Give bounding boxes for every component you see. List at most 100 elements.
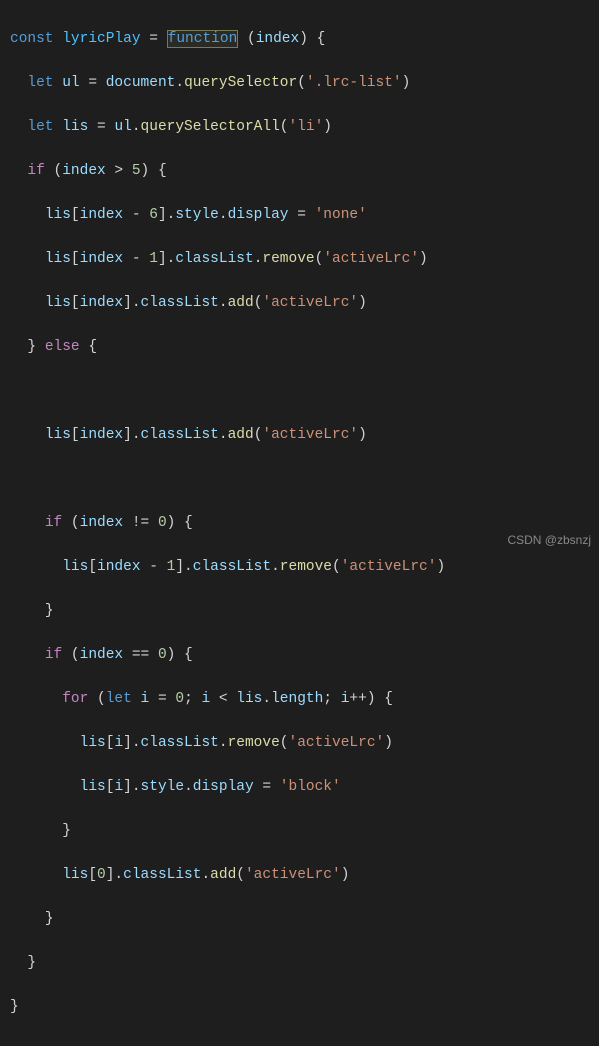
bracket: [ [71, 427, 80, 443]
var: index [80, 647, 124, 663]
dot: . [219, 735, 228, 751]
code-line: } else { [10, 336, 589, 358]
paren: ) [358, 427, 367, 443]
code-line: lis[i].classList.remove('activeLrc') [10, 732, 589, 754]
var: lis [45, 295, 71, 311]
number: 0 [158, 515, 167, 531]
code-line: lis[index].classList.add('activeLrc') [10, 292, 589, 314]
var: index [80, 251, 124, 267]
operator: = [141, 31, 167, 47]
function-call: querySelector [184, 75, 297, 91]
operator: - [123, 251, 149, 267]
var: index [97, 559, 141, 575]
paren: ( [315, 251, 324, 267]
keyword-let: let [106, 691, 132, 707]
var: lis [45, 427, 71, 443]
dot: . [201, 867, 210, 883]
var: lis [62, 867, 88, 883]
number: 5 [132, 163, 141, 179]
code-line: if (index > 5) { [10, 160, 589, 182]
paren: ( [62, 647, 79, 663]
bracket: ]. [175, 559, 192, 575]
paren: ( [297, 75, 306, 91]
string: 'none' [315, 207, 367, 223]
bracket: ]. [106, 867, 123, 883]
paren: ( [88, 691, 105, 707]
operator: = [254, 779, 280, 795]
paren: ) [323, 119, 332, 135]
string: 'activeLrc' [245, 867, 341, 883]
dot: . [184, 779, 193, 795]
bracket: ]. [123, 735, 140, 751]
string: 'activeLrc' [262, 295, 358, 311]
code-line: } [10, 820, 589, 842]
var: lis [80, 779, 106, 795]
dot: . [219, 207, 228, 223]
code-line: } [10, 996, 589, 1018]
var: ul [62, 75, 79, 91]
dot: . [219, 295, 228, 311]
function-call: remove [228, 735, 280, 751]
bracket: [ [71, 207, 80, 223]
operator: == [123, 647, 158, 663]
var: index [80, 427, 124, 443]
bracket: ]. [123, 427, 140, 443]
property: classList [141, 735, 219, 751]
paren: ( [45, 163, 62, 179]
semicolon: ; [184, 691, 201, 707]
bracket: ]. [123, 295, 140, 311]
paren-brace: ) { [167, 515, 193, 531]
operator: = [149, 691, 175, 707]
var: lis [45, 207, 71, 223]
property: display [228, 207, 289, 223]
var: lis [62, 119, 88, 135]
object: ul [114, 119, 131, 135]
operator: - [123, 207, 149, 223]
property: classList [193, 559, 271, 575]
brace: } [27, 339, 44, 355]
var: index [80, 207, 124, 223]
operator: != [123, 515, 158, 531]
operator: = [88, 119, 114, 135]
code-line [10, 468, 589, 490]
paren-brace: ) { [141, 163, 167, 179]
space [54, 119, 63, 135]
var: i [341, 691, 350, 707]
dot: . [219, 427, 228, 443]
keyword-const: const [10, 31, 54, 47]
paren: ) [402, 75, 411, 91]
property: display [193, 779, 254, 795]
keyword-let: let [27, 75, 53, 91]
string: 'activeLrc' [289, 735, 385, 751]
number: 0 [97, 867, 106, 883]
string: 'activeLrc' [341, 559, 437, 575]
dot: . [262, 691, 271, 707]
code-line: lis[index - 1].classList.remove('activeL… [10, 556, 589, 578]
var: i [114, 779, 123, 795]
bracket: [ [106, 735, 115, 751]
var: i [201, 691, 210, 707]
semicolon: ; [323, 691, 340, 707]
string: 'li' [288, 119, 323, 135]
function-call: remove [280, 559, 332, 575]
function-call: remove [262, 251, 314, 267]
code-line: } [10, 908, 589, 930]
paren: ) [384, 735, 393, 751]
paren: ( [62, 515, 79, 531]
code-line: } [10, 952, 589, 974]
var: index [80, 295, 124, 311]
number: 1 [167, 559, 176, 575]
operator: - [141, 559, 167, 575]
var: index [80, 515, 124, 531]
dot: . [175, 75, 184, 91]
property: style [175, 207, 219, 223]
operator: = [80, 75, 106, 91]
paren: ( [332, 559, 341, 575]
bracket: [ [106, 779, 115, 795]
paren-brace: ) { [367, 691, 393, 707]
keyword-function: function [167, 30, 239, 48]
var: lis [45, 251, 71, 267]
code-line: const lyricPlay = function (index) { [10, 28, 589, 50]
property: classList [141, 427, 219, 443]
keyword-else: else [45, 339, 80, 355]
